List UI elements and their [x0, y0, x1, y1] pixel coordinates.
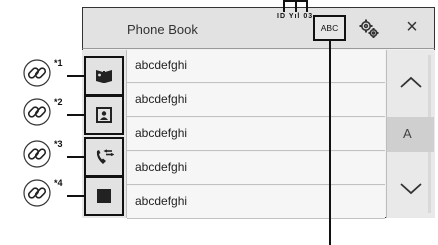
- leader-line: [306, 0, 308, 12]
- leader-line: [67, 75, 84, 77]
- list-item[interactable]: abcdefghi: [127, 152, 385, 185]
- close-button[interactable]: ×: [400, 15, 424, 39]
- callout-marker: *3: [54, 139, 63, 149]
- contact-card-button[interactable]: [84, 95, 124, 135]
- abc-button[interactable]: ABC: [313, 15, 346, 41]
- square-icon: [97, 189, 111, 203]
- leader-line: [329, 41, 331, 245]
- leader-line: [283, 0, 307, 2]
- leader-line: [295, 0, 297, 12]
- list-item[interactable]: abcdefghi: [127, 118, 385, 151]
- phonebook-icon: [96, 70, 112, 83]
- list-item[interactable]: abcdefghi: [127, 186, 385, 219]
- contact-card-icon: [96, 107, 112, 123]
- phonebook-button[interactable]: [84, 56, 124, 96]
- leader-line: [67, 195, 84, 197]
- square-button[interactable]: [84, 176, 124, 216]
- scroll-down-button[interactable]: [398, 178, 424, 198]
- leader-line: [283, 0, 285, 12]
- link-icon: [23, 59, 51, 87]
- link-icon: [23, 98, 51, 126]
- link-icon: [23, 140, 51, 168]
- list-item[interactable]: abcdefghi: [127, 84, 385, 117]
- scroll-up-button[interactable]: [398, 73, 424, 93]
- callout-marker: *2: [54, 97, 63, 107]
- chevron-up-icon: [400, 76, 422, 88]
- link-icon: [23, 179, 51, 207]
- settings-button[interactable]: [358, 18, 380, 40]
- page-title: Phone Book: [127, 22, 198, 37]
- callout-marker: *4: [54, 178, 63, 188]
- gear-icon: [359, 19, 379, 38]
- status-indicators: ID Yıl 03: [277, 13, 314, 20]
- call-history-icon: [96, 149, 114, 164]
- leader-line: [67, 114, 84, 116]
- chevron-down-icon: [400, 183, 422, 195]
- index-letter[interactable]: A: [403, 126, 412, 141]
- call-history-button[interactable]: [84, 137, 124, 177]
- callout-marker: *1: [54, 58, 63, 68]
- list-item[interactable]: abcdefghi: [127, 50, 385, 83]
- leader-line: [67, 156, 84, 158]
